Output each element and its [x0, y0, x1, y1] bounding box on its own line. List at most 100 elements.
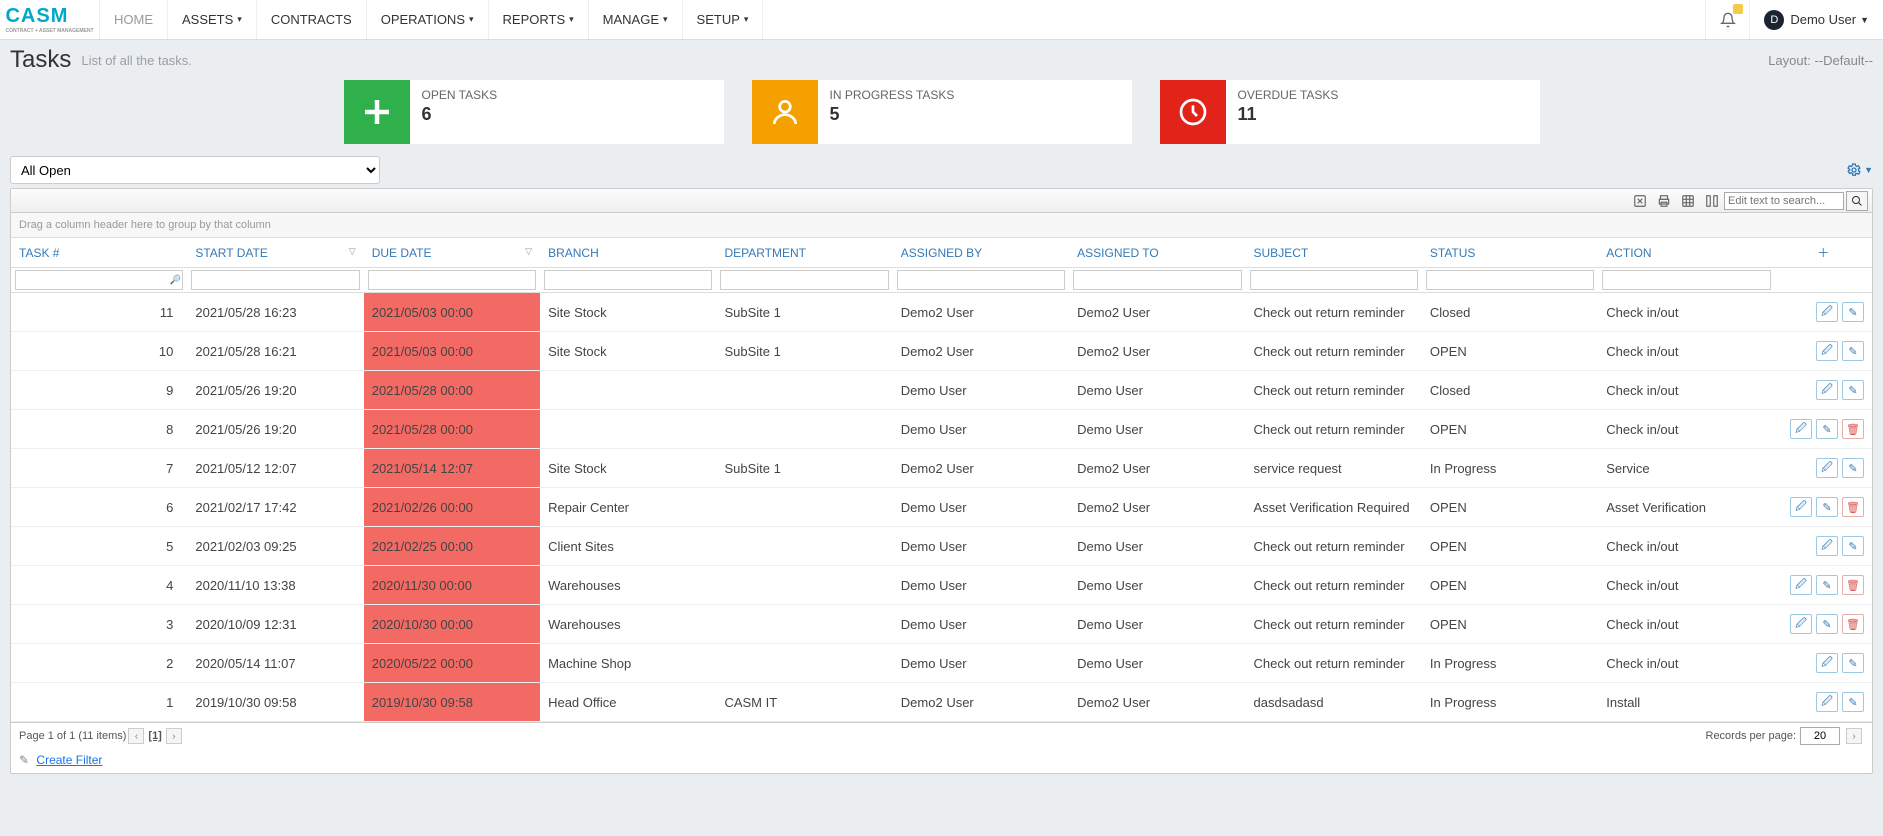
- col-branch[interactable]: BRANCH: [540, 238, 716, 268]
- filter-subject[interactable]: [1250, 270, 1418, 290]
- create-filter-link[interactable]: Create Filter: [36, 753, 102, 767]
- pager-next[interactable]: ›: [166, 728, 182, 744]
- row-edit-button[interactable]: ✎: [1816, 614, 1838, 634]
- col-action[interactable]: ACTION: [1598, 238, 1774, 268]
- pager-current[interactable]: [1]: [148, 730, 161, 742]
- row-delete-button[interactable]: 🗑: [1842, 614, 1864, 634]
- grid-search-button[interactable]: [1846, 191, 1868, 211]
- view-filter-select[interactable]: All Open: [10, 156, 380, 184]
- col-start[interactable]: START DATE▽: [187, 238, 363, 268]
- cell: Demo2 User: [893, 449, 1069, 488]
- table-row[interactable]: 112021/05/28 16:232021/05/03 00:00Site S…: [11, 293, 1872, 332]
- table-row[interactable]: 72021/05/12 12:072021/05/14 12:07Site St…: [11, 449, 1872, 488]
- row-view-button[interactable]: 🖉: [1816, 380, 1838, 400]
- nav-item-contracts[interactable]: CONTRACTS: [257, 0, 367, 39]
- row-view-button[interactable]: 🖉: [1816, 302, 1838, 322]
- filter-task[interactable]: [15, 270, 183, 290]
- row-edit-button[interactable]: ✎: [1842, 458, 1864, 478]
- nav-item-assets[interactable]: ASSETS▾: [168, 0, 257, 39]
- row-edit-button[interactable]: ✎: [1842, 653, 1864, 673]
- table-row[interactable]: 52021/02/03 09:252021/02/25 00:00Client …: [11, 527, 1872, 566]
- table-row[interactable]: 82021/05/26 19:202021/05/28 00:00Demo Us…: [11, 410, 1872, 449]
- row-actions: 🖉✎: [1775, 644, 1872, 683]
- row-edit-button[interactable]: ✎: [1816, 419, 1838, 439]
- row-view-button[interactable]: 🖉: [1790, 497, 1812, 517]
- filter-status[interactable]: [1426, 270, 1594, 290]
- row-edit-button[interactable]: ✎: [1842, 302, 1864, 322]
- cell: [716, 488, 892, 527]
- rpp-apply[interactable]: ›: [1846, 728, 1862, 744]
- cell: Check in/out: [1598, 527, 1774, 566]
- pager-prev[interactable]: ‹: [128, 728, 144, 744]
- filter-branch[interactable]: [544, 270, 712, 290]
- card-open-tasks[interactable]: OPEN TASKS 6: [344, 80, 724, 144]
- row-edit-button[interactable]: ✎: [1842, 692, 1864, 712]
- layout-selector[interactable]: Layout: --Default--: [1768, 53, 1873, 68]
- table-row[interactable]: 12019/10/30 09:582019/10/30 09:58Head Of…: [11, 683, 1872, 722]
- cell: service request: [1246, 449, 1422, 488]
- columns-icon[interactable]: [1700, 191, 1724, 211]
- row-view-button[interactable]: 🖉: [1816, 341, 1838, 361]
- col-dept[interactable]: DEPARTMENT: [716, 238, 892, 268]
- export-csv-icon[interactable]: [1676, 191, 1700, 211]
- row-delete-button[interactable]: 🗑: [1842, 419, 1864, 439]
- row-edit-button[interactable]: ✎: [1816, 497, 1838, 517]
- group-panel[interactable]: Drag a column header here to group by th…: [11, 213, 1872, 238]
- notifications-button[interactable]: [1705, 0, 1749, 39]
- row-view-button[interactable]: 🖉: [1790, 614, 1812, 634]
- cell: OPEN: [1422, 566, 1598, 605]
- row-actions: 🖉✎: [1775, 527, 1872, 566]
- row-edit-button[interactable]: ✎: [1842, 341, 1864, 361]
- cell: 5: [11, 527, 187, 566]
- filter-assigned-by[interactable]: [897, 270, 1065, 290]
- nav-item-manage[interactable]: MANAGE▾: [589, 0, 683, 39]
- col-status[interactable]: STATUS: [1422, 238, 1598, 268]
- card-overdue-tasks[interactable]: OVERDUE TASKS 11: [1160, 80, 1540, 144]
- row-view-button[interactable]: 🖉: [1816, 692, 1838, 712]
- table-row[interactable]: 22020/05/14 11:072020/05/22 00:00Machine…: [11, 644, 1872, 683]
- row-edit-button[interactable]: ✎: [1842, 380, 1864, 400]
- table-row[interactable]: 92021/05/26 19:202021/05/28 00:00Demo Us…: [11, 371, 1872, 410]
- user-menu[interactable]: D Demo User ▼: [1749, 0, 1883, 39]
- add-row-button[interactable]: ＋: [1775, 238, 1872, 268]
- filter-start[interactable]: [191, 270, 359, 290]
- nav-item-home[interactable]: HOME: [100, 0, 168, 39]
- row-edit-button[interactable]: ✎: [1842, 536, 1864, 556]
- row-view-button[interactable]: 🖉: [1816, 536, 1838, 556]
- table-row[interactable]: 42020/11/10 13:382020/11/30 00:00Warehou…: [11, 566, 1872, 605]
- nav-item-operations[interactable]: OPERATIONS▾: [367, 0, 489, 39]
- nav-menu: HOMEASSETS▾CONTRACTSOPERATIONS▾REPORTS▾M…: [100, 0, 1705, 39]
- cell: 6: [11, 488, 187, 527]
- table-row[interactable]: 102021/05/28 16:212021/05/03 00:00Site S…: [11, 332, 1872, 371]
- col-subject[interactable]: SUBJECT: [1246, 238, 1422, 268]
- col-due[interactable]: DUE DATE▽: [364, 238, 540, 268]
- print-icon[interactable]: [1652, 191, 1676, 211]
- caret-down-icon: ▾: [744, 14, 749, 25]
- nav-item-reports[interactable]: REPORTS▾: [489, 0, 589, 39]
- grid-search-input[interactable]: [1724, 192, 1844, 210]
- row-view-button[interactable]: 🖉: [1816, 653, 1838, 673]
- rpp-input[interactable]: [1800, 727, 1840, 745]
- filter-assigned-to[interactable]: [1073, 270, 1241, 290]
- col-task[interactable]: TASK #: [11, 238, 187, 268]
- row-view-button[interactable]: 🖉: [1790, 419, 1812, 439]
- table-row[interactable]: 62021/02/17 17:422021/02/26 00:00Repair …: [11, 488, 1872, 527]
- cell: Closed: [1422, 371, 1598, 410]
- filter-dept[interactable]: [720, 270, 888, 290]
- filter-action[interactable]: [1602, 270, 1770, 290]
- logo[interactable]: CASM CONTRACT + ASSET MANAGEMENT: [0, 0, 100, 39]
- filter-due[interactable]: [368, 270, 536, 290]
- col-assigned-by[interactable]: ASSIGNED BY: [893, 238, 1069, 268]
- row-view-button[interactable]: 🖉: [1790, 575, 1812, 595]
- row-delete-button[interactable]: 🗑: [1842, 575, 1864, 595]
- row-edit-button[interactable]: ✎: [1816, 575, 1838, 595]
- row-delete-button[interactable]: 🗑: [1842, 497, 1864, 517]
- cell: 2020/10/30 00:00: [364, 605, 540, 644]
- grid-settings-button[interactable]: ▼: [1846, 162, 1873, 178]
- card-inprogress-tasks[interactable]: IN PROGRESS TASKS 5: [752, 80, 1132, 144]
- col-assigned-to[interactable]: ASSIGNED TO: [1069, 238, 1245, 268]
- nav-item-setup[interactable]: SETUP▾: [683, 0, 764, 39]
- export-xls-icon[interactable]: [1628, 191, 1652, 211]
- row-view-button[interactable]: 🖉: [1816, 458, 1838, 478]
- table-row[interactable]: 32020/10/09 12:312020/10/30 00:00Warehou…: [11, 605, 1872, 644]
